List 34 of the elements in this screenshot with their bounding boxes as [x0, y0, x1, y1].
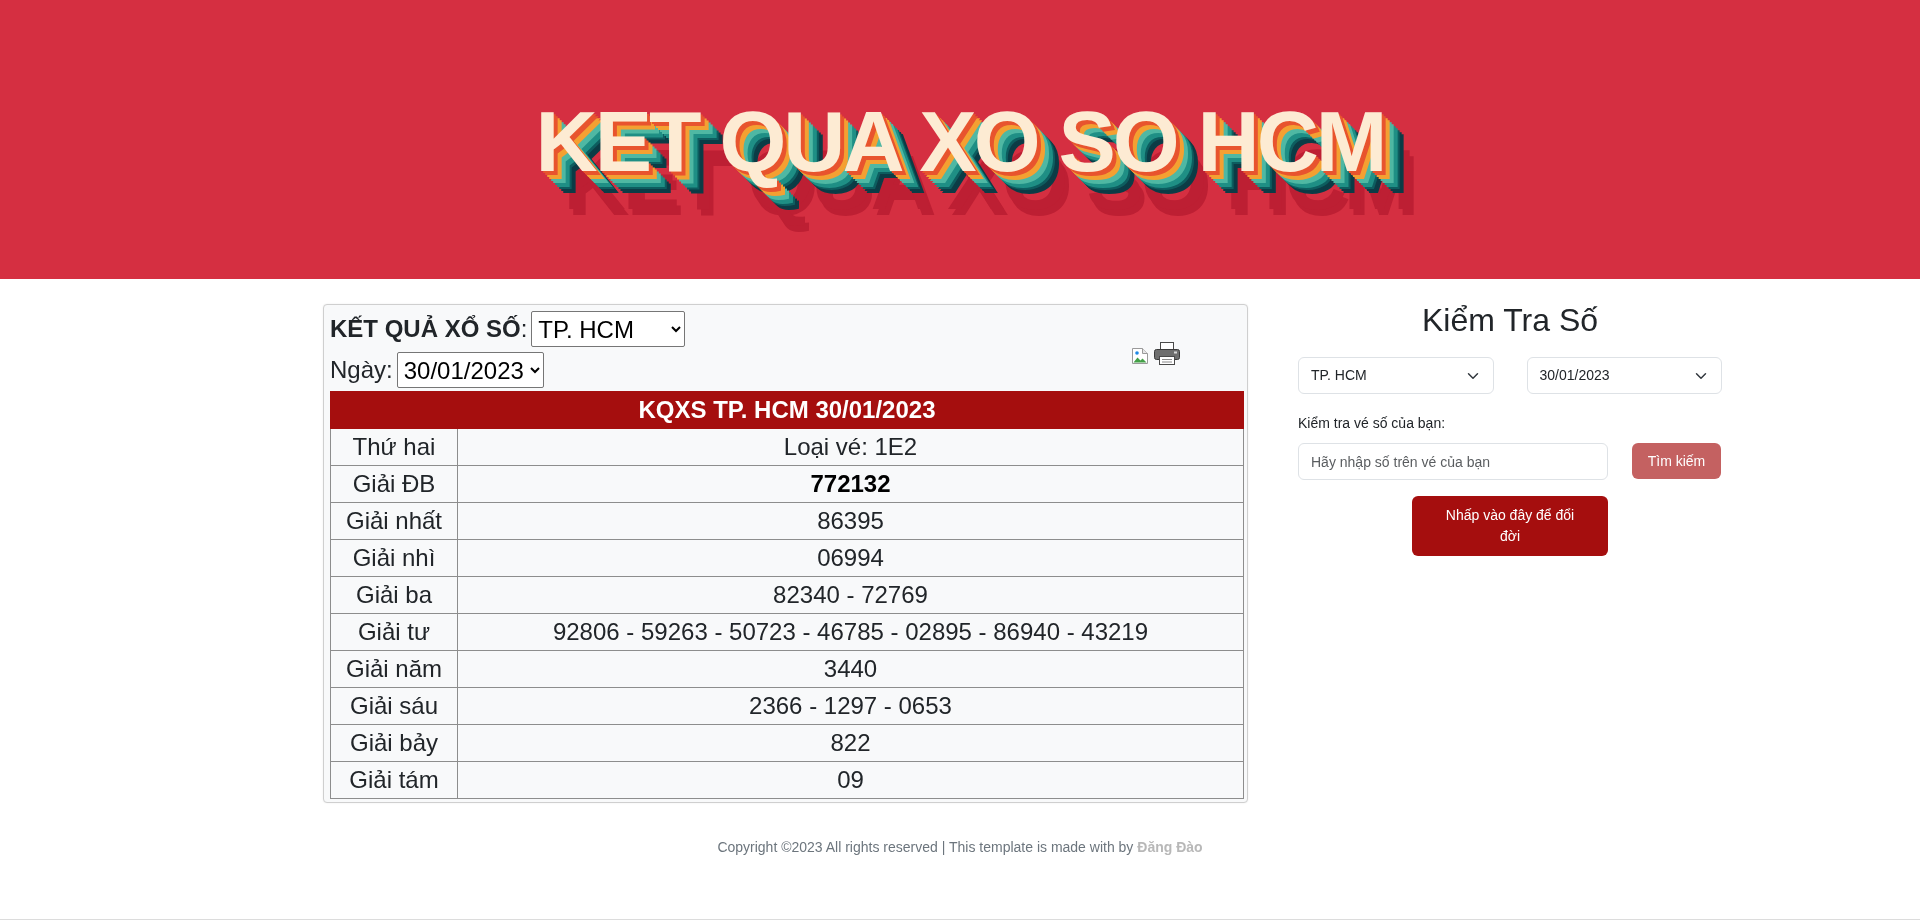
prize-number-cell: 3440 [457, 650, 1244, 688]
prize-name-cell: Thứ hai [330, 428, 458, 466]
province-select[interactable]: TP. HCM [1298, 357, 1494, 395]
prize-number-cell: 2366 - 1297 - 0653 [457, 687, 1244, 725]
broken-image-icon[interactable] [1132, 348, 1148, 364]
prize-name-cell: Giải nhất [330, 502, 458, 540]
date-label: Ngày: [330, 355, 393, 385]
prize-name-cell: Giải ĐB [330, 465, 458, 503]
checker-title: Kiểm Tra Số [1420, 301, 1600, 340]
change-life-button[interactable]: Nhấp vào đây để đổi đời [1412, 496, 1608, 557]
prize-number-cell: 82340 - 72769 [457, 576, 1244, 614]
results-heading: KẾT QUẢ XỔ SỐ: [330, 314, 528, 344]
ticket-label: Kiểm tra vé số của bạn: [1298, 414, 1447, 434]
prize-name-cell: Giải ba [330, 576, 458, 614]
prize-name-cell: Giải tám [330, 761, 458, 799]
prize-number-cell: 772132 [457, 465, 1244, 503]
prize-name-cell: Giải năm [330, 650, 458, 688]
prize-name-cell: Giải tư [330, 613, 458, 651]
prize-name-cell: Giải nhì [330, 539, 458, 577]
ticket-number-input[interactable]: Hãy nhập số trên vé của bạn [1298, 443, 1608, 481]
prize-number-cell: 09 [457, 761, 1244, 799]
printer-icon[interactable] [1154, 342, 1180, 365]
prize-number-cell: 86395 [457, 502, 1244, 540]
prize-number-cell: 822 [457, 724, 1244, 762]
prize-name-cell: Giải sáu [330, 687, 458, 725]
table-title: KQXS TP. HCM 30/01/2023 [330, 391, 1244, 429]
prize-number-cell: 06994 [457, 539, 1244, 577]
date-select[interactable]: 30/01/2023 [1526, 357, 1722, 395]
province-select[interactable]: TP. HCM [531, 311, 686, 347]
prize-name-cell: Giải bảy [330, 724, 458, 762]
prize-number-cell: 92806 - 59263 - 50723 - 46785 - 02895 - 86940 - 43219 [457, 613, 1244, 651]
date-select[interactable]: 30/01/2023 [396, 352, 544, 388]
copyright-text: Copyright ©2023 All rights reserved | This template is made with by Đăng Đào [717, 838, 1203, 857]
prize-number-cell: Loại vé: 1E2 [457, 428, 1244, 466]
